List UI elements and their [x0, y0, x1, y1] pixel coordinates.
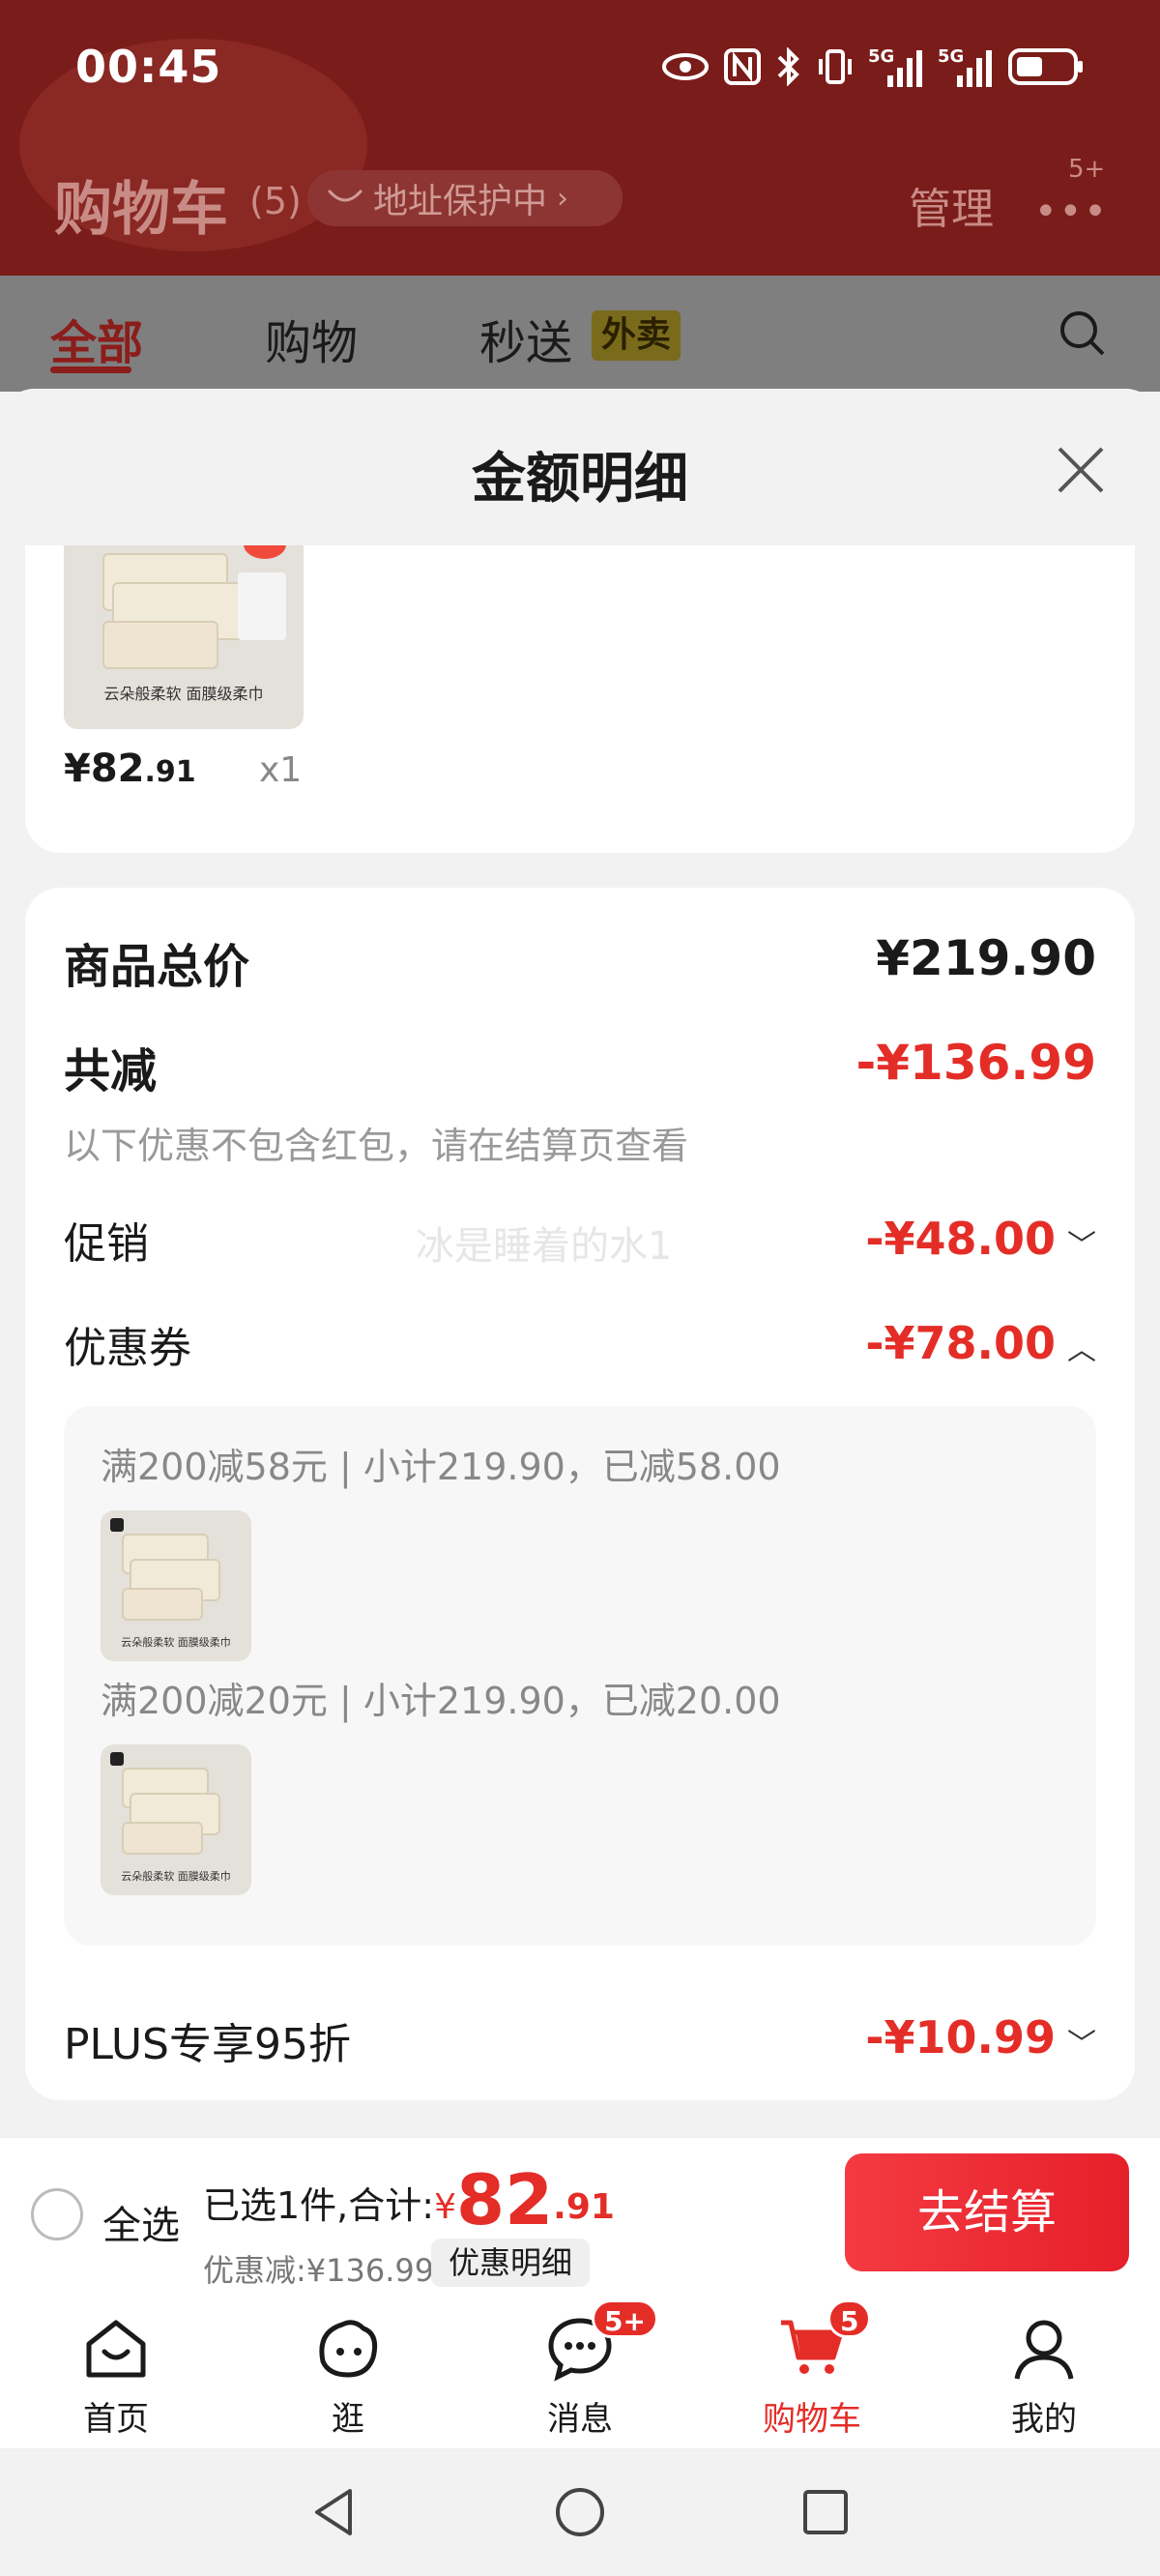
app-screen: 00:45 5G 5G 购物车 (5) 地址保护中 › 管理 ••• 5+ 全部… — [0, 0, 1160, 2576]
select-all-checkbox[interactable] — [31, 2188, 83, 2240]
thumbnail-caption: 云朵般柔软 面膜级柔巾 — [103, 685, 264, 703]
bottom-tab-bar: 首页 逛 消息 5+ 购物车 5 我的 — [0, 2294, 1160, 2448]
address-protection-pill[interactable]: 地址保护中 › — [307, 170, 623, 226]
tab-mine[interactable]: 我的 — [976, 2294, 1112, 2448]
tab-messages[interactable]: 消息 5+ — [512, 2294, 658, 2448]
checkout-button[interactable]: 去结算 — [845, 2153, 1129, 2271]
cart-titlebar: 购物车 (5) 地址保护中 › 管理 ••• 5+ — [0, 155, 1160, 256]
signal-label: 5G — [938, 46, 965, 67]
user-icon — [1014, 2320, 1074, 2380]
home-circle-icon[interactable] — [553, 2485, 607, 2543]
coupon-line: 满200减58元 | 小计219.90，已减58.00 — [101, 1446, 781, 1488]
status-icons: 5G 5G — [661, 46, 1085, 91]
browse-icon — [319, 2320, 378, 2378]
cart-header: 00:45 5G 5G 购物车 (5) 地址保护中 › 管理 ••• 5+ — [0, 0, 1160, 276]
plus-row-toggle[interactable]: -¥10.99 ﹀ — [865, 2011, 1096, 2064]
cart-tabs: 全部 购物 秒送 外卖 — [0, 276, 1160, 392]
amount-detail-sheet: 云朵般柔软 面膜级柔巾 ¥82.91 x1 商品总价 ¥219.90 共减 -¥… — [0, 389, 1160, 2137]
promo-label: 促销 — [64, 1219, 149, 1269]
tab-mine-label: 我的 — [1011, 2400, 1077, 2439]
bluetooth-icon — [775, 46, 802, 90]
checkout-bar: 全选 已选1件,合计:¥82.91 优惠减:¥136.99 优惠明细 去结算 — [0, 2137, 1160, 2294]
tab-shopping[interactable]: 购物 — [265, 305, 358, 372]
sheet-title: 金额明细 — [472, 448, 688, 511]
messages-badge: 5+ — [592, 2299, 658, 2338]
status-bar: 00:45 5G 5G — [0, 0, 1160, 140]
tab-home[interactable]: 首页 — [48, 2294, 184, 2448]
coupon-product-thumbnail[interactable]: 云朵般柔软 面膜级柔巾 — [101, 1510, 251, 1661]
coupon-label: 优惠券 — [64, 1324, 191, 1373]
summary-amount-decimal: .91 — [553, 2187, 615, 2227]
promo-row-toggle[interactable]: -¥48.00 ﹀ — [865, 1213, 1096, 1265]
close-icon[interactable] — [1054, 443, 1108, 497]
summary-yen: ¥ — [434, 2187, 456, 2227]
item-price: ¥82.91 — [64, 746, 196, 791]
cart-badge: 5 — [827, 2299, 872, 2338]
summary-amount: 82 — [455, 2159, 554, 2240]
total-value: ¥219.90 — [876, 930, 1096, 986]
chevron-down-icon: ﹀ — [1067, 2027, 1096, 2062]
reduce-label: 共减 — [64, 1044, 158, 1098]
eye-icon — [661, 52, 710, 85]
watermark-text: 冰是睡着的水1 — [416, 1224, 673, 1269]
tab-browse[interactable]: 逛 — [280, 2294, 416, 2448]
recents-icon[interactable] — [798, 2485, 853, 2543]
reduce-value: -¥136.99 — [856, 1035, 1097, 1091]
page-title: 购物车 — [54, 176, 228, 244]
more-badge: 5+ — [1068, 155, 1106, 184]
manage-button[interactable]: 管理 — [909, 174, 994, 236]
plus-discount-value: -¥10.99 — [865, 2011, 1056, 2064]
search-icon[interactable] — [1058, 308, 1108, 359]
signal-label: 5G — [868, 46, 895, 67]
discount-total: 优惠减:¥136.99 — [203, 2252, 435, 2289]
home-icon — [86, 2320, 146, 2378]
sheet-header: 金额明细 — [0, 389, 1160, 545]
coupon-value: -¥78.00 — [865, 1317, 1056, 1369]
tab-all[interactable]: 全部 — [50, 305, 143, 372]
reduce-note: 以下优惠不包含红包，请在结算页查看 — [64, 1125, 689, 1167]
signal-5g-icon: 5G — [868, 46, 924, 89]
nfc-icon — [723, 47, 762, 90]
chevron-right-icon: › — [557, 181, 569, 216]
item-price-decimal: .91 — [144, 755, 196, 789]
summary-prefix: 已选1件,合计: — [203, 2184, 435, 2227]
coupon-line: 满200减20元 | 小计219.90，已减20.00 — [101, 1680, 781, 1722]
tab-browse-label: 逛 — [332, 2400, 364, 2439]
signal-5g-icon: 5G — [938, 46, 994, 89]
total-label: 商品总价 — [64, 940, 250, 994]
coupon-row-toggle[interactable]: -¥78.00 ︿ — [865, 1317, 1096, 1369]
vibrate-icon — [816, 47, 855, 90]
coupon-detail-box: 满200减58元 | 小计219.90，已减58.00 云朵般柔软 面膜级柔巾 … — [64, 1406, 1096, 1946]
select-all-label[interactable]: 全选 — [102, 2194, 180, 2250]
plus-discount-label: PLUS专享95折 — [64, 2020, 351, 2069]
tab-active-indicator — [50, 366, 131, 373]
coupon-product-thumbnail[interactable]: 云朵般柔软 面膜级柔巾 — [101, 1744, 251, 1895]
thumbnail-caption: 云朵般柔软 面膜级柔巾 — [121, 1870, 231, 1883]
order-summary: 已选1件,合计:¥82.91 — [203, 2159, 615, 2240]
promo-value: -¥48.00 — [865, 1213, 1056, 1265]
smile-icon — [327, 179, 363, 219]
chevron-down-icon: ﹀ — [1067, 1228, 1096, 1263]
tab-instant[interactable]: 秒送 — [479, 305, 572, 372]
tab-cart-label: 购物车 — [763, 2400, 861, 2439]
item-price-main: ¥82 — [64, 746, 145, 791]
item-quantity: x1 — [259, 750, 303, 790]
cart-count: (5) — [249, 180, 302, 222]
system-nav-bar — [0, 2448, 1160, 2576]
item-card: 云朵般柔软 面膜级柔巾 ¥82.91 x1 — [25, 543, 1135, 853]
chevron-up-icon: ︿ — [1067, 1332, 1096, 1367]
address-label: 地址保护中 — [373, 182, 548, 221]
back-icon[interactable] — [307, 2485, 362, 2543]
product-thumbnail[interactable]: 云朵般柔软 面膜级柔巾 — [64, 543, 304, 729]
takeout-tag: 外卖 — [592, 310, 682, 361]
price-breakdown-card: 商品总价 ¥219.90 共减 -¥136.99 以下优惠不包含红包，请在结算页… — [25, 888, 1135, 2100]
tab-messages-label: 消息 — [547, 2400, 613, 2439]
discount-detail-button[interactable]: 优惠明细 — [431, 2239, 591, 2287]
status-time: 00:45 — [75, 41, 222, 93]
more-menu-icon[interactable]: ••• — [1034, 190, 1109, 234]
thumbnail-caption: 云朵般柔软 面膜级柔巾 — [121, 1636, 231, 1649]
tab-home-label: 首页 — [83, 2400, 149, 2439]
tab-cart[interactable]: 购物车 5 — [744, 2294, 880, 2448]
battery-icon — [1007, 46, 1085, 91]
